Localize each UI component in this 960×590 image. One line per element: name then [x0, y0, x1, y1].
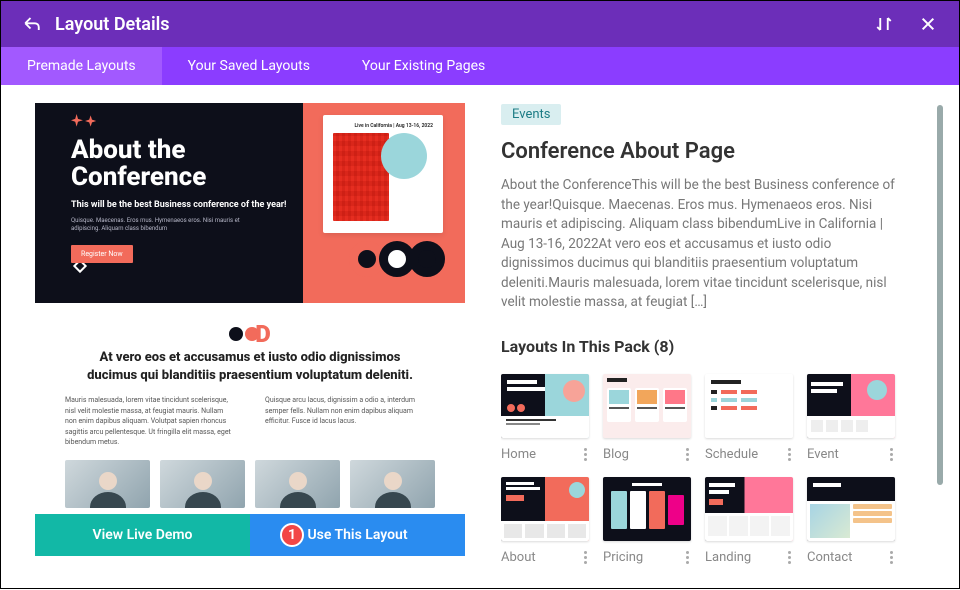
person-thumb [255, 460, 340, 508]
thumb-label: Contact [807, 550, 852, 565]
mid-col-2: Quisque arcu lacus, dignissim a odio a, … [265, 395, 435, 448]
use-layout-label: Use This Layout [307, 527, 407, 543]
hero-title-line2: Conference [71, 162, 206, 192]
thumb-landing[interactable]: Landing [705, 477, 793, 566]
thumb-label: Event [807, 447, 839, 462]
thumb-home[interactable]: Home [501, 374, 589, 463]
hero-subtitle: This will be the best Business conferenc… [71, 200, 301, 212]
tab-existing-pages[interactable]: Your Existing Pages [336, 47, 511, 85]
layout-preview: About theConference This will be the bes… [35, 103, 465, 508]
thumb-label: Blog [603, 447, 629, 462]
brand-icon: D [65, 327, 435, 341]
sort-icon[interactable] [875, 15, 893, 33]
person-thumb [350, 460, 435, 508]
tab-bar: Premade Layouts Your Saved Layouts Your … [1, 47, 959, 85]
thumb-blog[interactable]: Blog [603, 374, 691, 463]
person-thumb [65, 460, 150, 508]
kebab-icon[interactable] [582, 549, 589, 566]
kebab-icon[interactable] [786, 549, 793, 566]
thumb-label: About [501, 550, 536, 565]
tab-premade-layouts[interactable]: Premade Layouts [1, 47, 162, 85]
tab-saved-layouts[interactable]: Your Saved Layouts [162, 47, 336, 85]
thumb-label: Pricing [603, 550, 643, 565]
thumb-label: Landing [705, 550, 751, 565]
kebab-icon[interactable] [786, 446, 793, 463]
category-tag[interactable]: Events [501, 104, 561, 125]
step-badge: 1 [280, 523, 304, 547]
thumb-event[interactable]: Event [807, 374, 895, 463]
thumb-about[interactable]: About [501, 477, 589, 566]
card-date: Live in California | Aug 13-16, 2022 [333, 123, 433, 129]
kebab-icon[interactable] [684, 549, 691, 566]
thumb-schedule[interactable]: Schedule [705, 374, 793, 463]
close-icon[interactable] [919, 15, 937, 33]
view-live-demo-button[interactable]: View Live Demo [35, 514, 250, 556]
titlebar: Layout Details [1, 1, 959, 47]
kebab-icon[interactable] [888, 446, 895, 463]
kebab-icon[interactable] [582, 446, 589, 463]
layout-description: About the ConferenceThis will be the bes… [501, 176, 901, 313]
modal-title: Layout Details [55, 14, 170, 35]
pack-heading: Layouts In This Pack (8) [501, 337, 929, 356]
kebab-icon[interactable] [888, 549, 895, 566]
thumb-contact[interactable]: Contact [807, 477, 895, 566]
hero-title-line1: About the [71, 135, 185, 165]
mid-col-1: Mauris malesuada, lorem vitae tincidunt … [65, 395, 235, 448]
thumb-label: Schedule [705, 447, 758, 462]
mid-heading: At vero eos et accusamus et iusto odio d… [80, 349, 420, 385]
thumb-pricing[interactable]: Pricing [603, 477, 691, 566]
person-thumb [160, 460, 245, 508]
kebab-icon[interactable] [684, 446, 691, 463]
use-this-layout-button[interactable]: 1 Use This Layout [250, 514, 465, 556]
sparkle-icon [71, 113, 99, 132]
layout-title: Conference About Page [501, 139, 929, 164]
thumb-label: Home [501, 447, 536, 462]
back-icon[interactable] [23, 15, 41, 33]
register-button: Register Now [71, 245, 133, 263]
hero-caption: Quisque. Maecenas. Eros mus. Hymenaeos e… [71, 217, 241, 233]
scrollbar[interactable] [937, 105, 943, 485]
